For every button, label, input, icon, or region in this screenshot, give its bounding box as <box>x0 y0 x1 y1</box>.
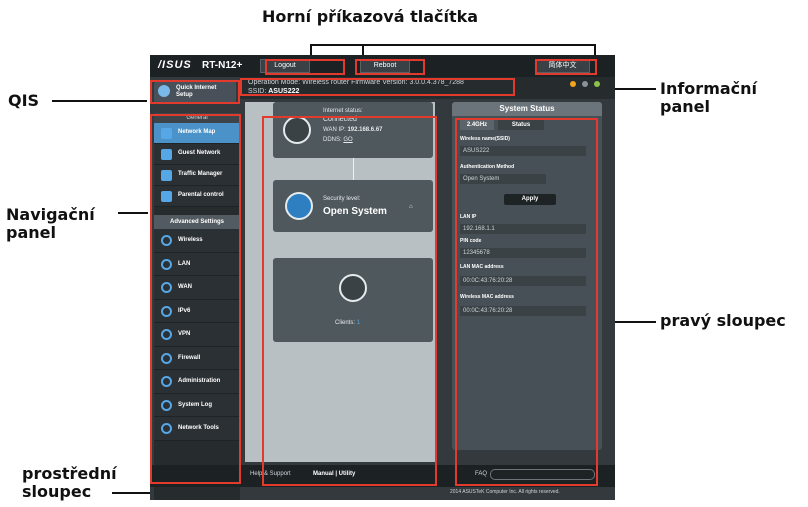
leader-nav <box>118 212 148 214</box>
internet-status-label: Internet status: <box>323 108 363 114</box>
copyright: 2014 ASUSTeK Computer Inc. All rights re… <box>450 489 560 495</box>
highlight-info-panel <box>240 78 515 96</box>
leader-top <box>310 44 595 46</box>
callout-info-panel-line2: panel <box>660 97 710 116</box>
asus-logo: /ISUS <box>158 59 192 71</box>
highlight-middle <box>262 116 437 486</box>
callout-nav-panel-line1: Navigační <box>6 205 95 224</box>
callout-qis: QIS <box>8 91 40 110</box>
system-status-title: System Status <box>452 102 602 116</box>
callout-right-column: pravý sloupec <box>660 311 786 330</box>
callout-nav-panel: Navigační panel <box>6 206 95 242</box>
callout-middle-column-line1: prostřední <box>22 464 117 483</box>
highlight-language <box>535 59 597 75</box>
highlight-nav <box>150 114 241 484</box>
highlight-right <box>455 118 598 486</box>
warning-icon[interactable] <box>570 81 576 87</box>
network-icon[interactable] <box>594 81 600 87</box>
usb-icon[interactable] <box>582 81 588 87</box>
callout-middle-column-line2: sloupec <box>22 482 92 501</box>
model-name: RT-N12+ <box>202 60 243 71</box>
highlight-reboot <box>355 59 425 75</box>
callout-nav-panel-line2: panel <box>6 223 56 242</box>
leader-info <box>610 88 656 90</box>
callout-middle-column: prostřední sloupec <box>22 465 117 501</box>
callout-info-panel-line1: Informační <box>660 79 758 98</box>
highlight-qis <box>150 80 240 104</box>
callout-info-panel: Informační panel <box>660 80 757 116</box>
leader-qis <box>52 100 147 102</box>
callout-top-buttons: Horní příkazová tlačítka <box>262 7 479 26</box>
highlight-logout <box>265 59 345 75</box>
